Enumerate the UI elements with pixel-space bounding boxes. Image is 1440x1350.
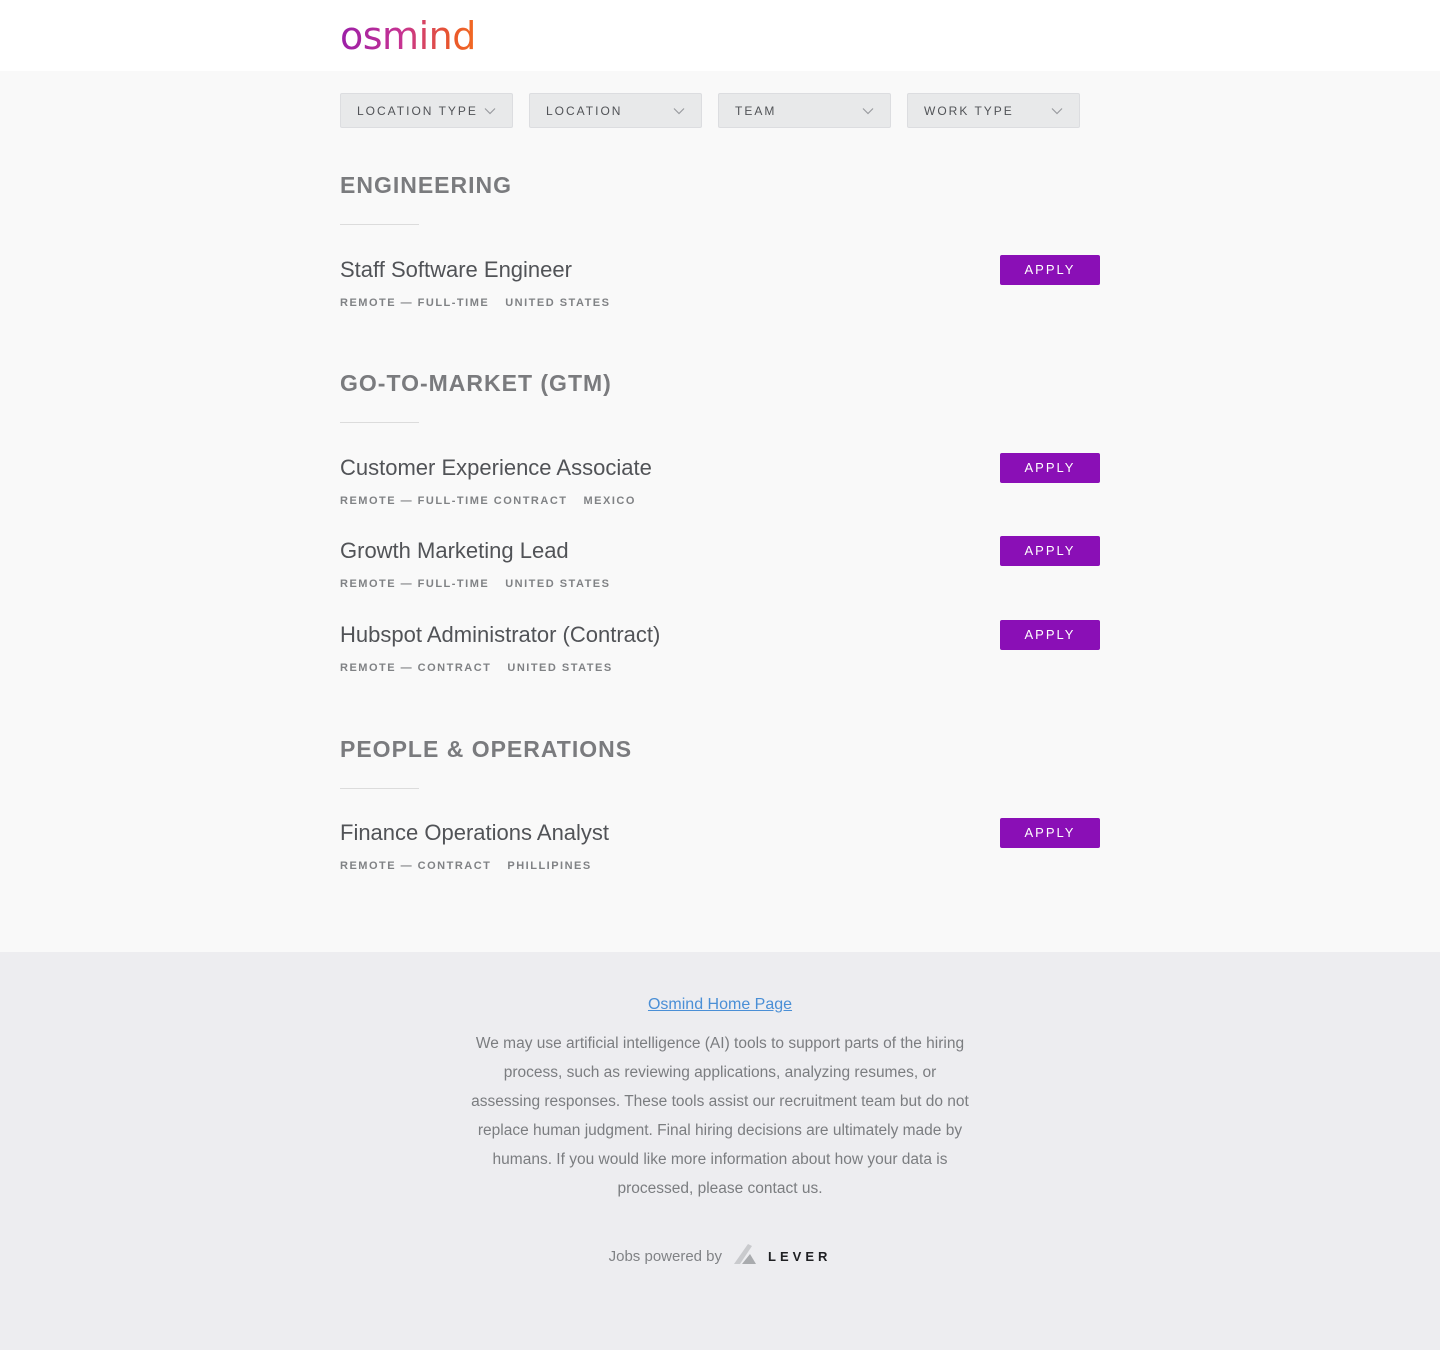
site-footer: Osmind Home Page We may use artificial i…	[0, 952, 1440, 1350]
posting-categories: REMOTE — CONTRACT PHILLIPINES	[340, 860, 592, 872]
posting-location: PHILLIPINES	[507, 860, 592, 872]
posting-title-link[interactable]: Customer Experience Associate	[340, 454, 652, 482]
posting-categories: REMOTE — FULL-TIME UNITED STATES	[340, 578, 610, 590]
posting-group-gtm: GO-TO-MARKET (GTM) Customer Experience A…	[340, 369, 1100, 674]
powered-by-label: Jobs powered by	[608, 1247, 723, 1265]
posting-item: Customer Experience Associate REMOTE — F…	[340, 453, 1100, 514]
ai-disclosure-text: We may use artificial intelligence (AI) …	[471, 1035, 969, 1197]
osmind-logo[interactable]: osmind	[340, 14, 476, 58]
filter-team[interactable]: TEAM	[718, 93, 891, 128]
home-page-link[interactable]: Osmind Home Page	[0, 996, 1440, 1014]
apply-button[interactable]: APPLY	[1000, 620, 1100, 650]
apply-button[interactable]: APPLY	[1000, 453, 1100, 483]
apply-button[interactable]: APPLY	[1000, 255, 1100, 285]
posting-workplace: REMOTE — FULL-TIME	[340, 578, 490, 590]
group-title: GO-TO-MARKET (GTM)	[340, 370, 612, 396]
posting-categories: REMOTE — CONTRACT UNITED STATES	[340, 662, 613, 674]
chevron-down-icon	[862, 107, 874, 115]
posting-location: MEXICO	[583, 495, 636, 507]
lever-logo-icon	[732, 1242, 758, 1270]
posting-workplace: REMOTE — CONTRACT	[340, 860, 492, 872]
group-divider	[340, 422, 419, 423]
posting-group-engineering: ENGINEERING Staff Software Engineer REMO…	[340, 171, 1100, 309]
posting-item: Staff Software Engineer REMOTE — FULL-TI…	[340, 255, 1100, 316]
posting-item: Growth Marketing Lead REMOTE — FULL-TIME…	[340, 536, 1100, 597]
group-divider	[340, 788, 419, 789]
group-divider	[340, 224, 419, 225]
filter-label: LOCATION	[546, 103, 623, 118]
posting-location: UNITED STATES	[505, 578, 611, 590]
filter-label: TEAM	[735, 103, 777, 118]
site-header: osmind	[0, 0, 1440, 71]
posting-item: Finance Operations Analyst REMOTE — CONT…	[340, 818, 1100, 879]
filter-bar: LOCATION TYPE LOCATION TEAM WORK TYPE	[340, 93, 1080, 128]
posting-title-link[interactable]: Growth Marketing Lead	[340, 537, 569, 565]
group-title: PEOPLE & OPERATIONS	[340, 736, 633, 762]
posting-location: UNITED STATES	[507, 662, 613, 674]
lever-wordmark: LEVER	[768, 1248, 832, 1264]
filter-label: LOCATION TYPE	[357, 103, 478, 118]
lever-logo[interactable]: LEVER	[732, 1242, 831, 1270]
posting-location: UNITED STATES	[505, 297, 611, 309]
posting-item: Hubspot Administrator (Contract) REMOTE …	[340, 620, 1100, 681]
posting-workplace: REMOTE — FULL-TIME	[340, 297, 490, 309]
chevron-down-icon	[1051, 107, 1063, 115]
posting-title-link[interactable]: Staff Software Engineer	[340, 256, 572, 284]
postings-main: LOCATION TYPE LOCATION TEAM WORK TYPE EN…	[0, 71, 1440, 952]
posting-group-people-operations: PEOPLE & OPERATIONS Finance Operations A…	[340, 735, 1100, 872]
posting-workplace: REMOTE — CONTRACT	[340, 662, 492, 674]
filter-label: WORK TYPE	[924, 103, 1014, 118]
posting-categories: REMOTE — FULL-TIME CONTRACT MEXICO	[340, 495, 636, 507]
chevron-down-icon	[484, 107, 496, 115]
chevron-down-icon	[673, 107, 685, 115]
posting-categories: REMOTE — FULL-TIME UNITED STATES	[340, 297, 610, 309]
posting-title-link[interactable]: Finance Operations Analyst	[340, 819, 609, 847]
powered-by: Jobs powered by LEVER	[0, 1242, 1440, 1270]
posting-title-link[interactable]: Hubspot Administrator (Contract)	[340, 621, 660, 649]
filter-work-type[interactable]: WORK TYPE	[907, 93, 1080, 128]
filter-location-type[interactable]: LOCATION TYPE	[340, 93, 513, 128]
filter-location[interactable]: LOCATION	[529, 93, 702, 128]
posting-workplace: REMOTE — FULL-TIME CONTRACT	[340, 495, 568, 507]
apply-button[interactable]: APPLY	[1000, 536, 1100, 566]
apply-button[interactable]: APPLY	[1000, 818, 1100, 848]
group-title: ENGINEERING	[340, 172, 513, 198]
